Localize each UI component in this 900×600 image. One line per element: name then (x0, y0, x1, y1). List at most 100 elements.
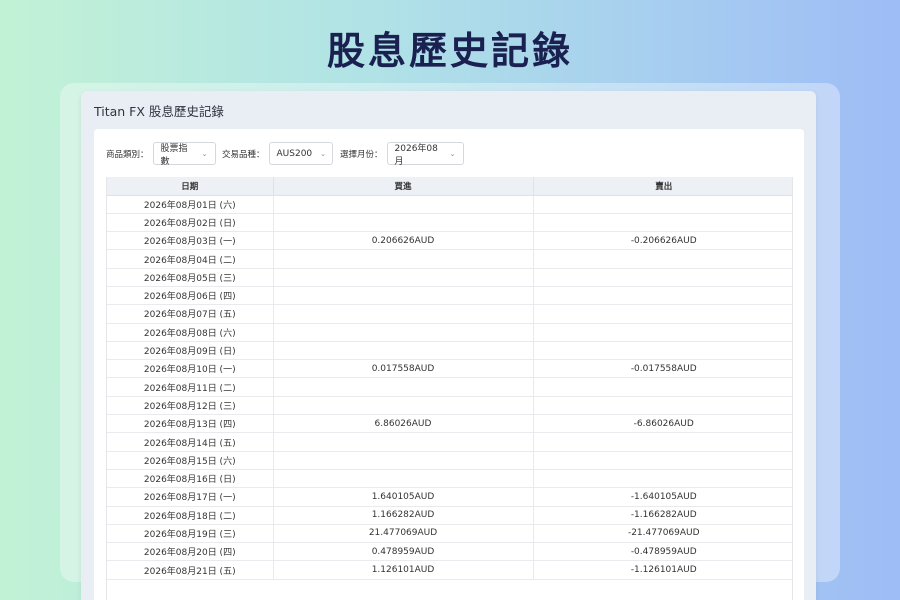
buy-cell: 0.017558AUD (273, 359, 534, 379)
buy-cell: 0.206626AUD (273, 231, 534, 251)
date-cell: 2026年08月04日 (二) (107, 249, 274, 269)
sell-cell (533, 377, 792, 397)
buy-cell (273, 377, 534, 397)
table-row: 2026年08月17日 (一) 1.640105AUD -1.640105AUD (107, 487, 792, 507)
table-row: 2026年08月20日 (四) 0.478959AUD -0.478959AUD (107, 542, 792, 562)
sell-cell (533, 286, 792, 306)
instrument-select[interactable]: AUS200 ⌄ (268, 142, 333, 165)
table-row: 2026年08月01日 (六) (107, 195, 792, 214)
filter-month: 選擇月份： 2026年08月 ⌄ (340, 142, 464, 167)
chevron-down-icon: ⌄ (320, 149, 327, 158)
sell-cell: -0.478959AUD (533, 542, 792, 562)
buy-cell (273, 268, 534, 287)
table-row: 2026年08月04日 (二) (107, 249, 792, 269)
sell-cell (533, 195, 792, 214)
buy-cell (273, 195, 534, 214)
date-cell: 2026年08月16日 (日) (107, 469, 274, 489)
sell-cell (533, 213, 792, 233)
table-row: 2026年08月11日 (二) (107, 377, 792, 397)
buy-cell (273, 286, 534, 306)
filter-category-label: 商品類別： (106, 149, 149, 160)
sell-cell: -0.017558AUD (533, 359, 792, 379)
column-header-date: 日期 (107, 177, 274, 196)
table-row: 2026年08月13日 (四) 6.86026AUD -6.86026AUD (107, 414, 792, 434)
table-row: 2026年08月07日 (五) (107, 304, 792, 324)
category-select[interactable]: 股票指數 ⌄ (152, 142, 216, 167)
sell-cell: -21.477069AUD (533, 524, 792, 544)
buy-cell (273, 213, 534, 233)
date-cell: 2026年08月17日 (一) (107, 487, 274, 507)
instrument-select-value: AUS200 (276, 148, 313, 159)
hero-title: 股息歷史記錄 (326, 29, 573, 73)
chevron-down-icon: ⌄ (449, 149, 456, 158)
panel-title: Titan FX 股息歷史記錄 (94, 104, 224, 119)
buy-cell: 6.86026AUD (273, 414, 534, 434)
table-row: 2026年08月16日 (日) (107, 469, 792, 489)
date-cell: 2026年08月06日 (四) (107, 286, 274, 306)
sell-cell (533, 268, 792, 287)
month-select-value: 2026年08月 (394, 143, 438, 167)
date-cell: 2026年08月13日 (四) (107, 414, 274, 434)
sell-cell (533, 304, 792, 324)
table-row: 2026年08月15日 (六) (107, 451, 792, 470)
buy-cell (273, 432, 534, 452)
table-row: 2026年08月02日 (日) (107, 213, 792, 233)
table-row: 2026年08月19日 (三) 21.477069AUD -21.477069AUD (107, 524, 792, 544)
sell-cell: -1.126101AUD (533, 560, 792, 580)
dividend-table: 日期 買進 賣出 2026年08月01日 (六) 2026年08月02日 (日) 2… (107, 177, 792, 580)
date-cell: 2026年08月21日 (五) (107, 560, 274, 580)
date-cell: 2026年08月18日 (二) (107, 506, 274, 525)
buy-cell (273, 396, 534, 416)
date-cell: 2026年08月15日 (六) (107, 451, 274, 470)
table-row: 2026年08月18日 (二) 1.166282AUD -1.166282AUD (107, 506, 792, 525)
date-cell: 2026年08月01日 (六) (107, 195, 274, 214)
table-row: 2026年08月05日 (三) (107, 268, 792, 287)
date-cell: 2026年08月08日 (六) (107, 323, 274, 342)
buy-cell: 1.166282AUD (273, 506, 534, 525)
category-select-value: 股票指數 (160, 143, 188, 167)
filter-instrument-label: 交易品種： (222, 149, 265, 160)
month-select[interactable]: 2026年08月 ⌄ (386, 142, 464, 167)
filter-category: 商品類別： 股票指數 ⌄ (106, 142, 216, 167)
sell-cell: -0.206626AUD (533, 231, 792, 251)
filter-instrument: 交易品種： AUS200 ⌄ (222, 142, 333, 165)
buy-cell (273, 249, 534, 269)
sell-cell (533, 451, 792, 470)
date-cell: 2026年08月11日 (二) (107, 377, 274, 397)
chevron-down-icon: ⌄ (201, 149, 208, 158)
table-row: 2026年08月03日 (一) 0.206626AUD -0.206626AUD (107, 231, 792, 251)
sell-cell: -6.86026AUD (533, 414, 792, 434)
dividend-table-container[interactable]: 日期 買進 賣出 2026年08月01日 (六) 2026年08月02日 (日) 2… (106, 177, 793, 600)
filter-month-label: 選擇月份： (340, 149, 383, 160)
column-header-sell: 賣出 (533, 177, 792, 196)
buy-cell (273, 323, 534, 342)
buy-cell: 21.477069AUD (273, 524, 534, 544)
table-row: 2026年08月08日 (六) (107, 323, 792, 342)
table-row: 2026年08月06日 (四) (107, 286, 792, 306)
sell-cell (533, 249, 792, 269)
date-cell: 2026年08月19日 (三) (107, 524, 274, 544)
table-row: 2026年08月09日 (日) (107, 341, 792, 361)
date-cell: 2026年08月12日 (三) (107, 396, 274, 416)
sell-cell: -1.166282AUD (533, 506, 792, 525)
date-cell: 2026年08月09日 (日) (107, 341, 274, 361)
date-cell: 2026年08月05日 (三) (107, 268, 274, 287)
date-cell: 2026年08月14日 (五) (107, 432, 274, 452)
table-row: 2026年08月21日 (五) 1.126101AUD -1.126101AUD (107, 560, 792, 580)
buy-cell (273, 469, 534, 489)
date-cell: 2026年08月10日 (一) (107, 359, 274, 379)
date-cell: 2026年08月20日 (四) (107, 542, 274, 562)
buy-cell: 1.126101AUD (273, 560, 534, 580)
buy-cell: 0.478959AUD (273, 542, 534, 562)
date-cell: 2026年08月07日 (五) (107, 304, 274, 324)
buy-cell (273, 304, 534, 324)
column-header-buy: 買進 (273, 177, 534, 196)
table-row: 2026年08月12日 (三) (107, 396, 792, 416)
sell-cell (533, 396, 792, 416)
table-row: 2026年08月10日 (一) 0.017558AUD -0.017558AUD (107, 359, 792, 379)
sell-cell (533, 432, 792, 452)
date-cell: 2026年08月03日 (一) (107, 231, 274, 251)
table-header-row: 日期 買進 賣出 (107, 177, 792, 196)
sell-cell (533, 323, 792, 342)
sell-cell (533, 469, 792, 489)
